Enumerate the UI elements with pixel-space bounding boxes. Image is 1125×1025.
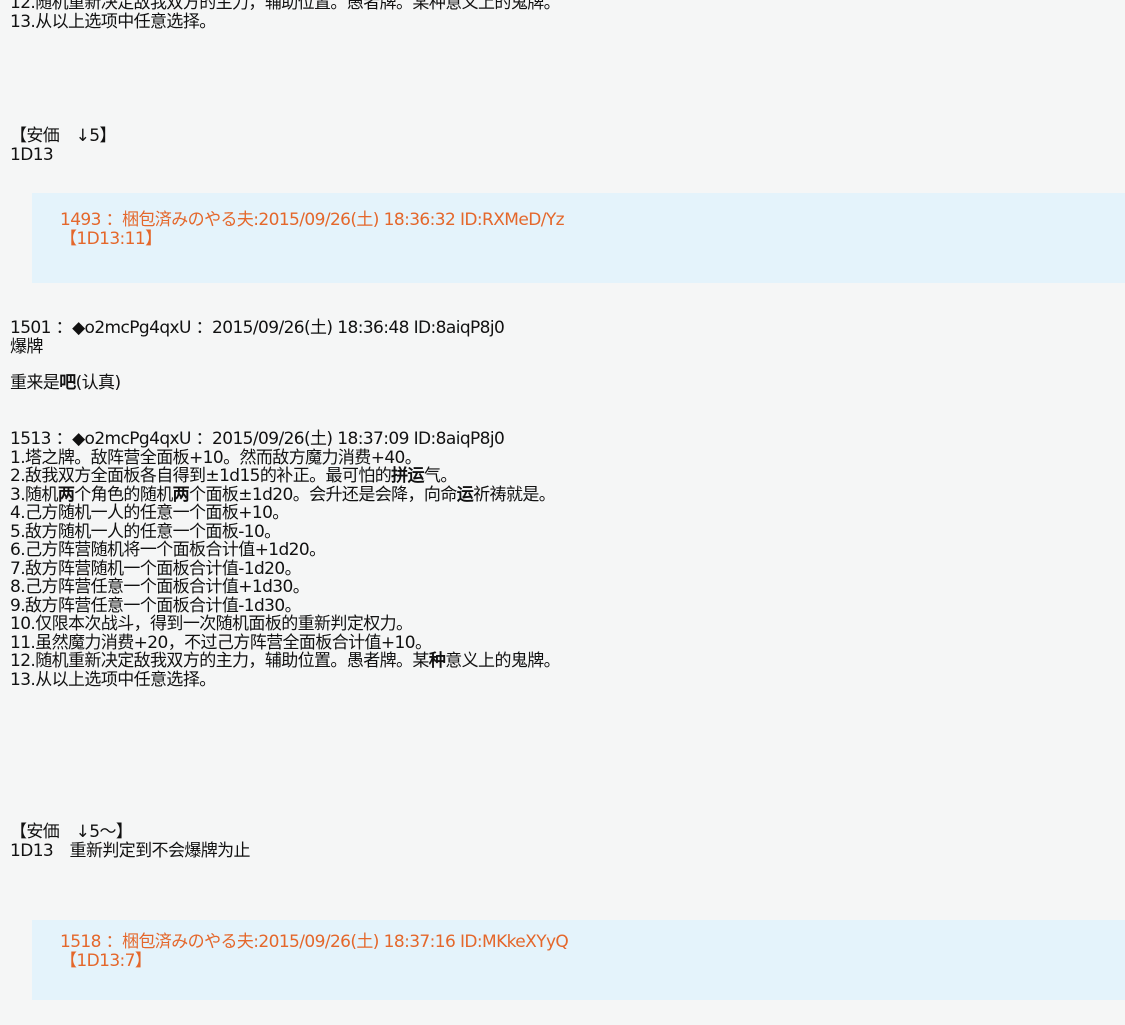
option-12-line: 12.随机重新决定敌我双方的主力，辅助位置。愚者牌。某种意义上的鬼牌。: [10, 0, 561, 13]
text-segment: (认真): [75, 373, 121, 393]
option-line: 13.从以上选项中任意选择。: [10, 669, 216, 690]
vote-dice: 1D13: [10, 144, 54, 165]
vote-header: 【安価 ↓5】: [10, 126, 116, 146]
post-header: 1513 ：◆o2mcPg4qxU ：2015/09/26(土) 18:37:0…: [10, 429, 505, 449]
option-line: 11.虽然魔力消费+20，不过己方阵营全面板合计值+10。: [10, 632, 432, 653]
post-body-line: 爆牌: [10, 336, 43, 357]
text-segment: 2.敌我双方全面板各自得到±1d15的补正。最可怕的: [10, 466, 392, 486]
text-segment-bold: 拼运: [391, 466, 424, 486]
vote-prompt-2: 【安価 ↓5～】 1D13 重新判定到不会爆牌为止: [10, 822, 251, 861]
option-line: 6.己方阵营随机将一个面板合计值+1d20。: [10, 540, 326, 560]
text-segment: 意义上的鬼牌。: [445, 651, 561, 671]
text-segment-bold: 种: [428, 651, 446, 671]
reply-header: 1518 ：梱包済みのやる夫:2015/09/26(土) 18:37:16 ID…: [60, 932, 569, 952]
vote-dice: 1D13 重新判定到不会爆牌为止: [10, 840, 251, 861]
post-body-line: 重来是吧(认真): [10, 374, 504, 393]
option-line: 5.敌方随机一人的任意一个面板-10。: [10, 521, 281, 542]
top-options-tail: 12.随机重新决定敌我双方的主力，辅助位置。愚者牌。某种意义上的鬼牌。 13.从…: [10, 0, 561, 32]
text-segment: 重来是: [10, 373, 60, 393]
text-segment-bold: 两: [57, 484, 75, 505]
post-1513: 1513 ：◆o2mcPg4qxU ：2015/09/26(土) 18:37:0…: [10, 429, 561, 690]
text-segment: 12.随机重新决定敌我双方的主力，辅助位置。愚者牌。某: [10, 651, 429, 671]
option-line: 3.随机两个角色的随机两个面板±1d20。会升还是会降，向命运祈祷就是。: [10, 484, 560, 505]
option-line: 12.随机重新决定敌我双方的主力，辅助位置。愚者牌。某种意义上的鬼牌。: [10, 651, 561, 671]
vote-prompt-1: 【安価 ↓5】 1D13: [10, 127, 116, 164]
dice-result: 【1D13:11】: [60, 228, 162, 249]
text-segment: 3.随机: [10, 484, 58, 505]
text-segment-bold: 两: [172, 484, 190, 505]
option-line: 7.敌方阵营随机一个面板合计值-1d20。: [10, 558, 302, 579]
option-13-line: 13.从以上选项中任意选择。: [10, 11, 216, 32]
vote-header: 【安価 ↓5～】: [10, 822, 133, 842]
option-line: 10.仅限本次战斗，得到一次随机面板的重新判定权力。: [10, 614, 413, 634]
reply-box-1493: 1493 ：梱包済みのやる夫:2015/09/26(土) 18:36:32 ID…: [32, 193, 1125, 283]
text-segment-bold: 运: [456, 484, 474, 505]
text-segment: 个面板±1d20。会升还是会降，向命: [189, 484, 457, 505]
option-line: 1.塔之牌。敌阵营全面板+10。然而敌方魔力消费+40。: [10, 447, 422, 468]
reply-header: 1493 ：梱包済みのやる夫:2015/09/26(土) 18:36:32 ID…: [60, 210, 565, 230]
post-1501: 1501 ：◆o2mcPg4qxU ：2015/09/26(土) 18:36:4…: [10, 318, 505, 393]
option-line: 2.敌我双方全面板各自得到±1d15的补正。最可怕的拼运气。: [10, 467, 560, 486]
text-segment: 祈祷就是。: [473, 484, 556, 505]
reply-box-1518: 1518 ：梱包済みのやる夫:2015/09/26(土) 18:37:16 ID…: [32, 920, 1125, 1000]
post-header: 1501 ：◆o2mcPg4qxU ：2015/09/26(土) 18:36:4…: [10, 318, 505, 338]
dice-result: 【1D13:7】: [60, 950, 152, 971]
option-line: 8.己方阵营任意一个面板合计值+1d30。: [10, 577, 310, 597]
option-line: 4.己方随机一人的任意一个面板+10。: [10, 503, 289, 523]
text-segment: 个角色的随机: [74, 484, 173, 505]
text-segment: 气。: [423, 466, 457, 486]
option-line: 9.敌方阵营任意一个面板合计值-1d30。: [10, 595, 302, 616]
text-segment-bold: 吧: [59, 373, 76, 393]
